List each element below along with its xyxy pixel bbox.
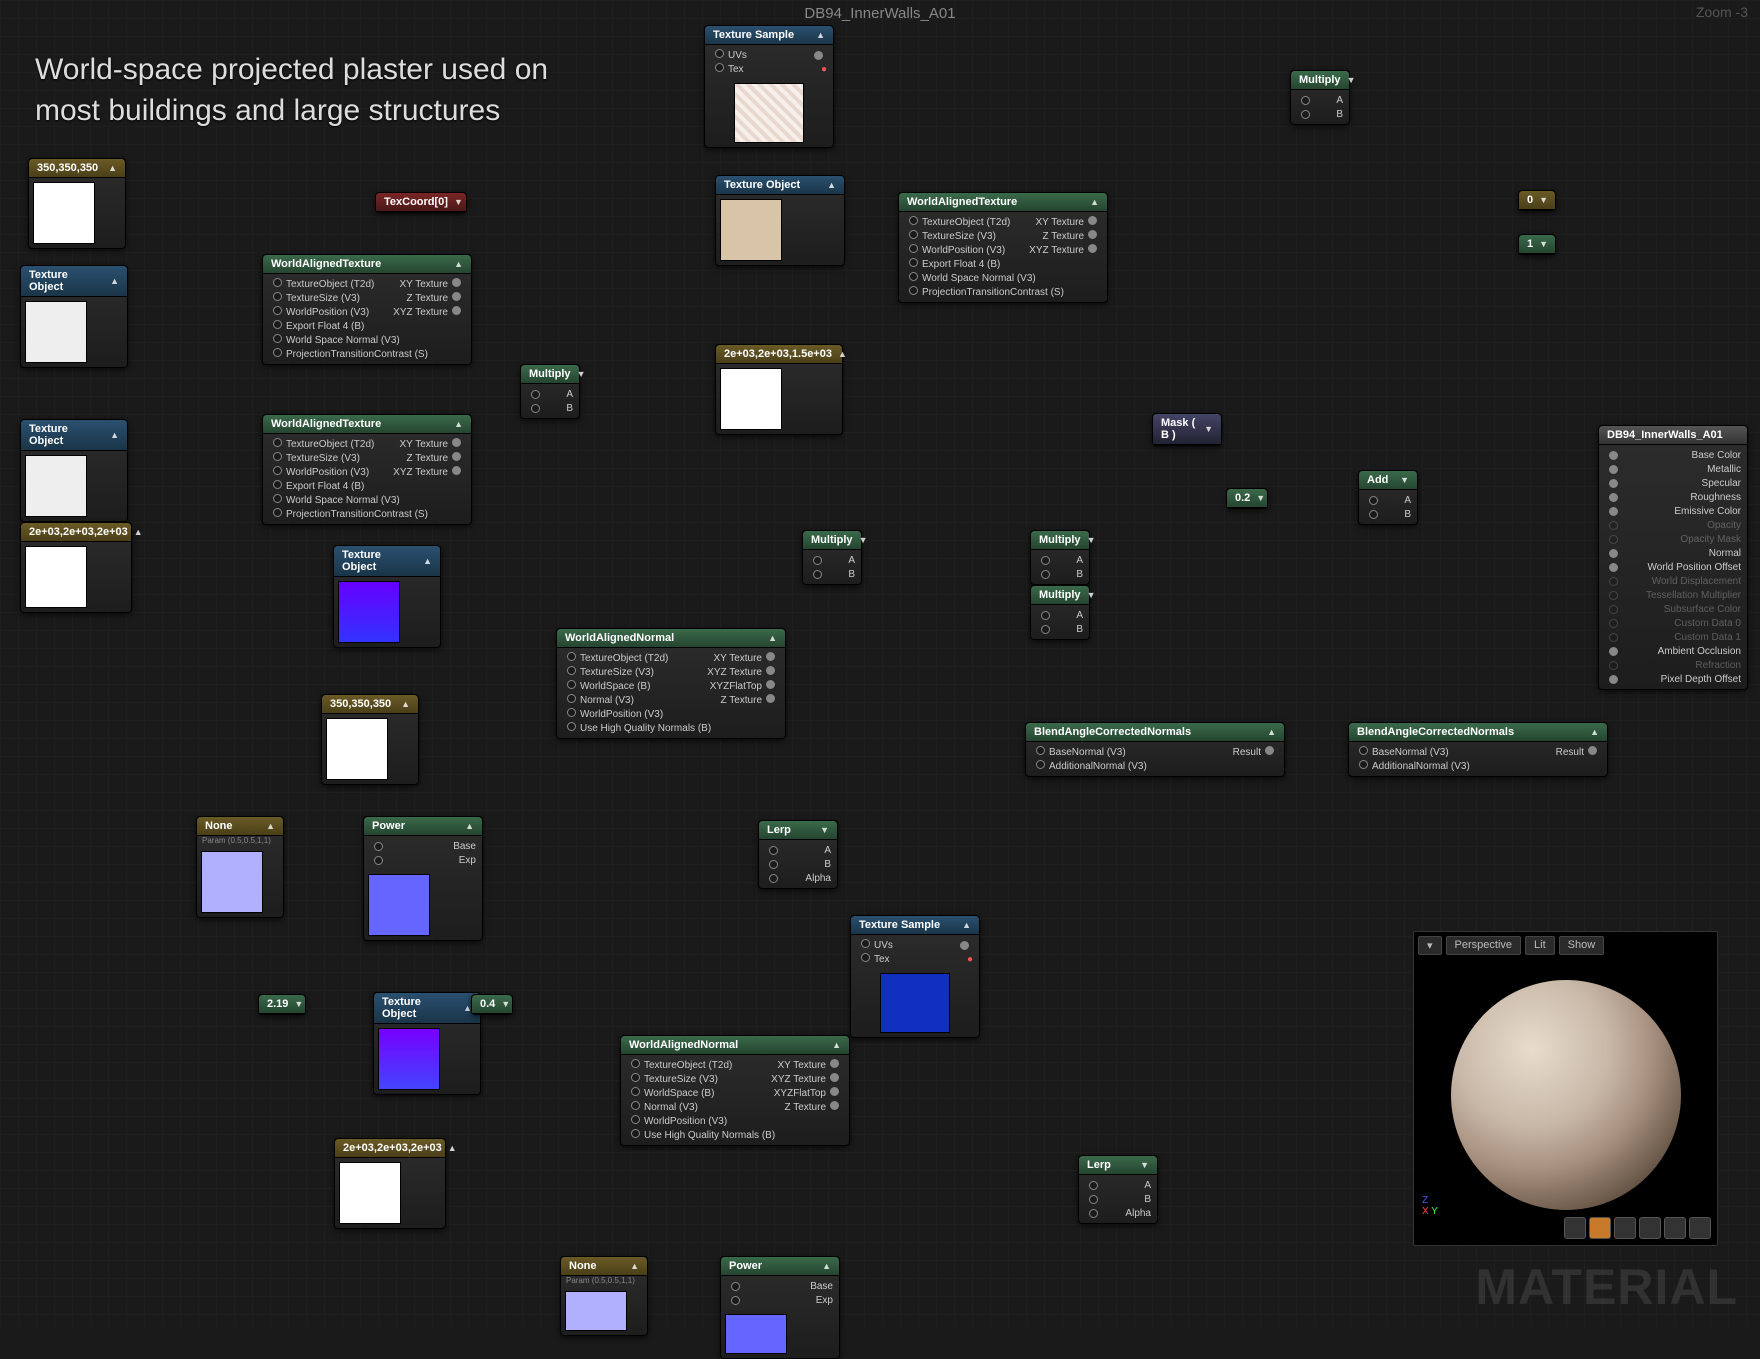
- graph-title: DB94_InnerWalls_A01: [804, 5, 955, 22]
- preview-sphere: [1451, 980, 1681, 1210]
- const-350b[interactable]: 350,350,350▲: [321, 694, 419, 785]
- blend-angle-corrected-normals-2[interactable]: BlendAngleCorrectedNormals▲BaseNormal (V…: [1348, 722, 1608, 777]
- blend-angle-corrected-normals-1[interactable]: BlendAngleCorrectedNormals▲BaseNormal (V…: [1025, 722, 1285, 777]
- param-none-2[interactable]: None▲Param (0.5,0.5,1,1): [560, 1256, 648, 1336]
- preview-menu-button[interactable]: ▾: [1418, 936, 1442, 955]
- world-aligned-texture-2[interactable]: WorldAlignedTexture▲TextureObject (T2d)X…: [262, 414, 472, 525]
- const-0.2[interactable]: 0.2▼: [1226, 488, 1268, 509]
- tex-object-1[interactable]: Texture Object▲: [20, 265, 128, 368]
- add-1[interactable]: Add▼AB: [1358, 470, 1418, 525]
- power-2[interactable]: Power▲BaseExp: [720, 1256, 840, 1359]
- shape-custom[interactable]: [1689, 1217, 1711, 1239]
- axis-gizmo: ZX Y: [1422, 1195, 1438, 1217]
- world-aligned-texture-3[interactable]: WorldAlignedTexture▲TextureObject (T2d)X…: [898, 192, 1108, 303]
- world-aligned-normal-2[interactable]: WorldAlignedNormal▲TextureObject (T2d)XY…: [620, 1035, 850, 1146]
- title-bar: DB94_InnerWalls_A01 Zoom -3: [0, 0, 1760, 26]
- texture-sample-normal[interactable]: Texture Sample▲UVsTex●: [850, 915, 980, 1038]
- multiply-5[interactable]: Multiply▼AB: [1290, 70, 1350, 125]
- lerp-2[interactable]: Lerp▼ABAlpha: [1078, 1155, 1158, 1224]
- shape-teapot[interactable]: [1664, 1217, 1686, 1239]
- perspective-button[interactable]: Perspective: [1446, 936, 1521, 955]
- lit-button[interactable]: Lit: [1525, 936, 1555, 955]
- material-preview-viewport[interactable]: ▾ Perspective Lit Show ZX Y: [1413, 931, 1718, 1246]
- power-1[interactable]: Power▲BaseExp: [363, 816, 483, 941]
- material-watermark: MATERIAL: [1475, 1258, 1738, 1316]
- const-0.4[interactable]: 0.4▼: [471, 994, 513, 1015]
- const-350a[interactable]: 350,350,350▲: [28, 158, 126, 249]
- world-aligned-normal-1[interactable]: WorldAlignedNormal▲TextureObject (T2d)XY…: [556, 628, 786, 739]
- tex-object-top[interactable]: Texture Object▲: [715, 175, 845, 266]
- const-2.19[interactable]: 2.19▼: [258, 994, 306, 1015]
- tex-object-normal-2[interactable]: Texture Object▲: [373, 992, 481, 1095]
- material-output-node[interactable]: DB94_InnerWalls_A01 Base ColorMetallicSp…: [1598, 425, 1748, 690]
- zoom-level: Zoom -3: [1696, 4, 1748, 20]
- multiply-3[interactable]: Multiply▼AB: [1030, 530, 1090, 585]
- shape-plane[interactable]: [1614, 1217, 1636, 1239]
- shape-cube[interactable]: [1639, 1217, 1661, 1239]
- const-2e3a[interactable]: 2e+03,2e+03,2e+03▲: [20, 522, 132, 613]
- tex-object-2[interactable]: Texture Object▲: [20, 419, 128, 522]
- annotation-overlay: World-space projected plaster used on mo…: [35, 50, 595, 131]
- shape-sphere[interactable]: [1589, 1217, 1611, 1239]
- mask-b[interactable]: Mask ( B )▼: [1152, 413, 1222, 446]
- world-aligned-texture-1[interactable]: WorldAlignedTexture▲TextureObject (T2d)X…: [262, 254, 472, 365]
- texcoord-node[interactable]: TexCoord[0]▼: [375, 192, 467, 213]
- shape-cylinder[interactable]: [1564, 1217, 1586, 1239]
- const-1[interactable]: 1▼: [1518, 234, 1556, 255]
- const-2e3b[interactable]: 2e+03,2e+03,1.5e+03▲: [715, 344, 843, 435]
- const-2e3c[interactable]: 2e+03,2e+03,2e+03▲: [334, 1138, 446, 1229]
- const-0[interactable]: 0▼: [1518, 190, 1556, 211]
- multiply-1[interactable]: Multiply▼AB: [520, 364, 580, 419]
- multiply-4[interactable]: Multiply▼AB: [1030, 585, 1090, 640]
- multiply-2[interactable]: Multiply▼AB: [802, 530, 862, 585]
- tex-object-normal-1[interactable]: Texture Object▲: [333, 545, 441, 648]
- preview-shape-bar: [1564, 1217, 1711, 1239]
- lerp-1[interactable]: Lerp▼ABAlpha: [758, 820, 838, 889]
- texture-sample-top[interactable]: Texture Sample▲UVsTex●: [704, 25, 834, 148]
- show-button[interactable]: Show: [1559, 936, 1605, 955]
- param-none-1[interactable]: None▲Param (0.5,0.5,1,1): [196, 816, 284, 918]
